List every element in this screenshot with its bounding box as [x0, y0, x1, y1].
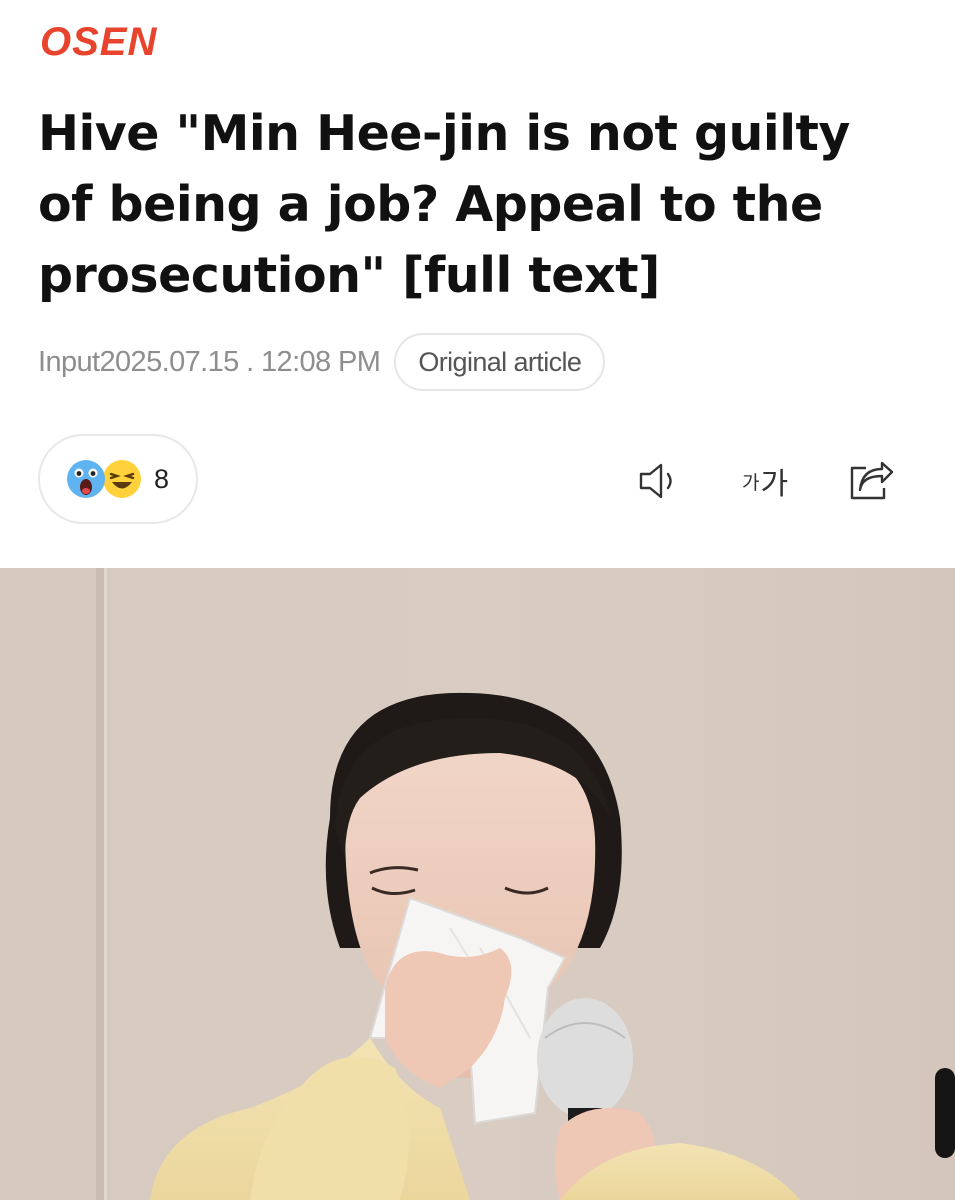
article-meta: Input2025.07.15 . 12:08 PM Original arti… [38, 332, 606, 392]
input-date: Input2025.07.15 . 12:08 PM [38, 345, 381, 378]
article-photo [0, 568, 955, 1200]
font-size-button[interactable]: 가가 [735, 458, 795, 504]
reaction-count: 8 [154, 463, 170, 494]
reactions-button[interactable]: 8 [38, 434, 198, 524]
osen-logo[interactable]: OSEN [38, 22, 218, 62]
article-headline: Hive "Min Hee-jin is not guilty of being… [38, 105, 850, 304]
speaker-icon [639, 463, 672, 499]
font-size-large-label: 가 [760, 468, 789, 501]
press-conference-photo [0, 568, 955, 1200]
logo-text: OSEN [40, 22, 157, 62]
font-size-small-label: 가 [741, 472, 760, 494]
share-button[interactable] [845, 458, 897, 504]
reaction-emojis [66, 456, 150, 502]
listen-button[interactable] [636, 458, 688, 504]
original-article-button[interactable]: Original article [394, 333, 606, 391]
surprised-face-icon [67, 460, 105, 498]
laughing-face-icon [103, 460, 141, 498]
osen-logo-graphic: OSEN [40, 22, 157, 62]
share-icon [850, 461, 894, 500]
